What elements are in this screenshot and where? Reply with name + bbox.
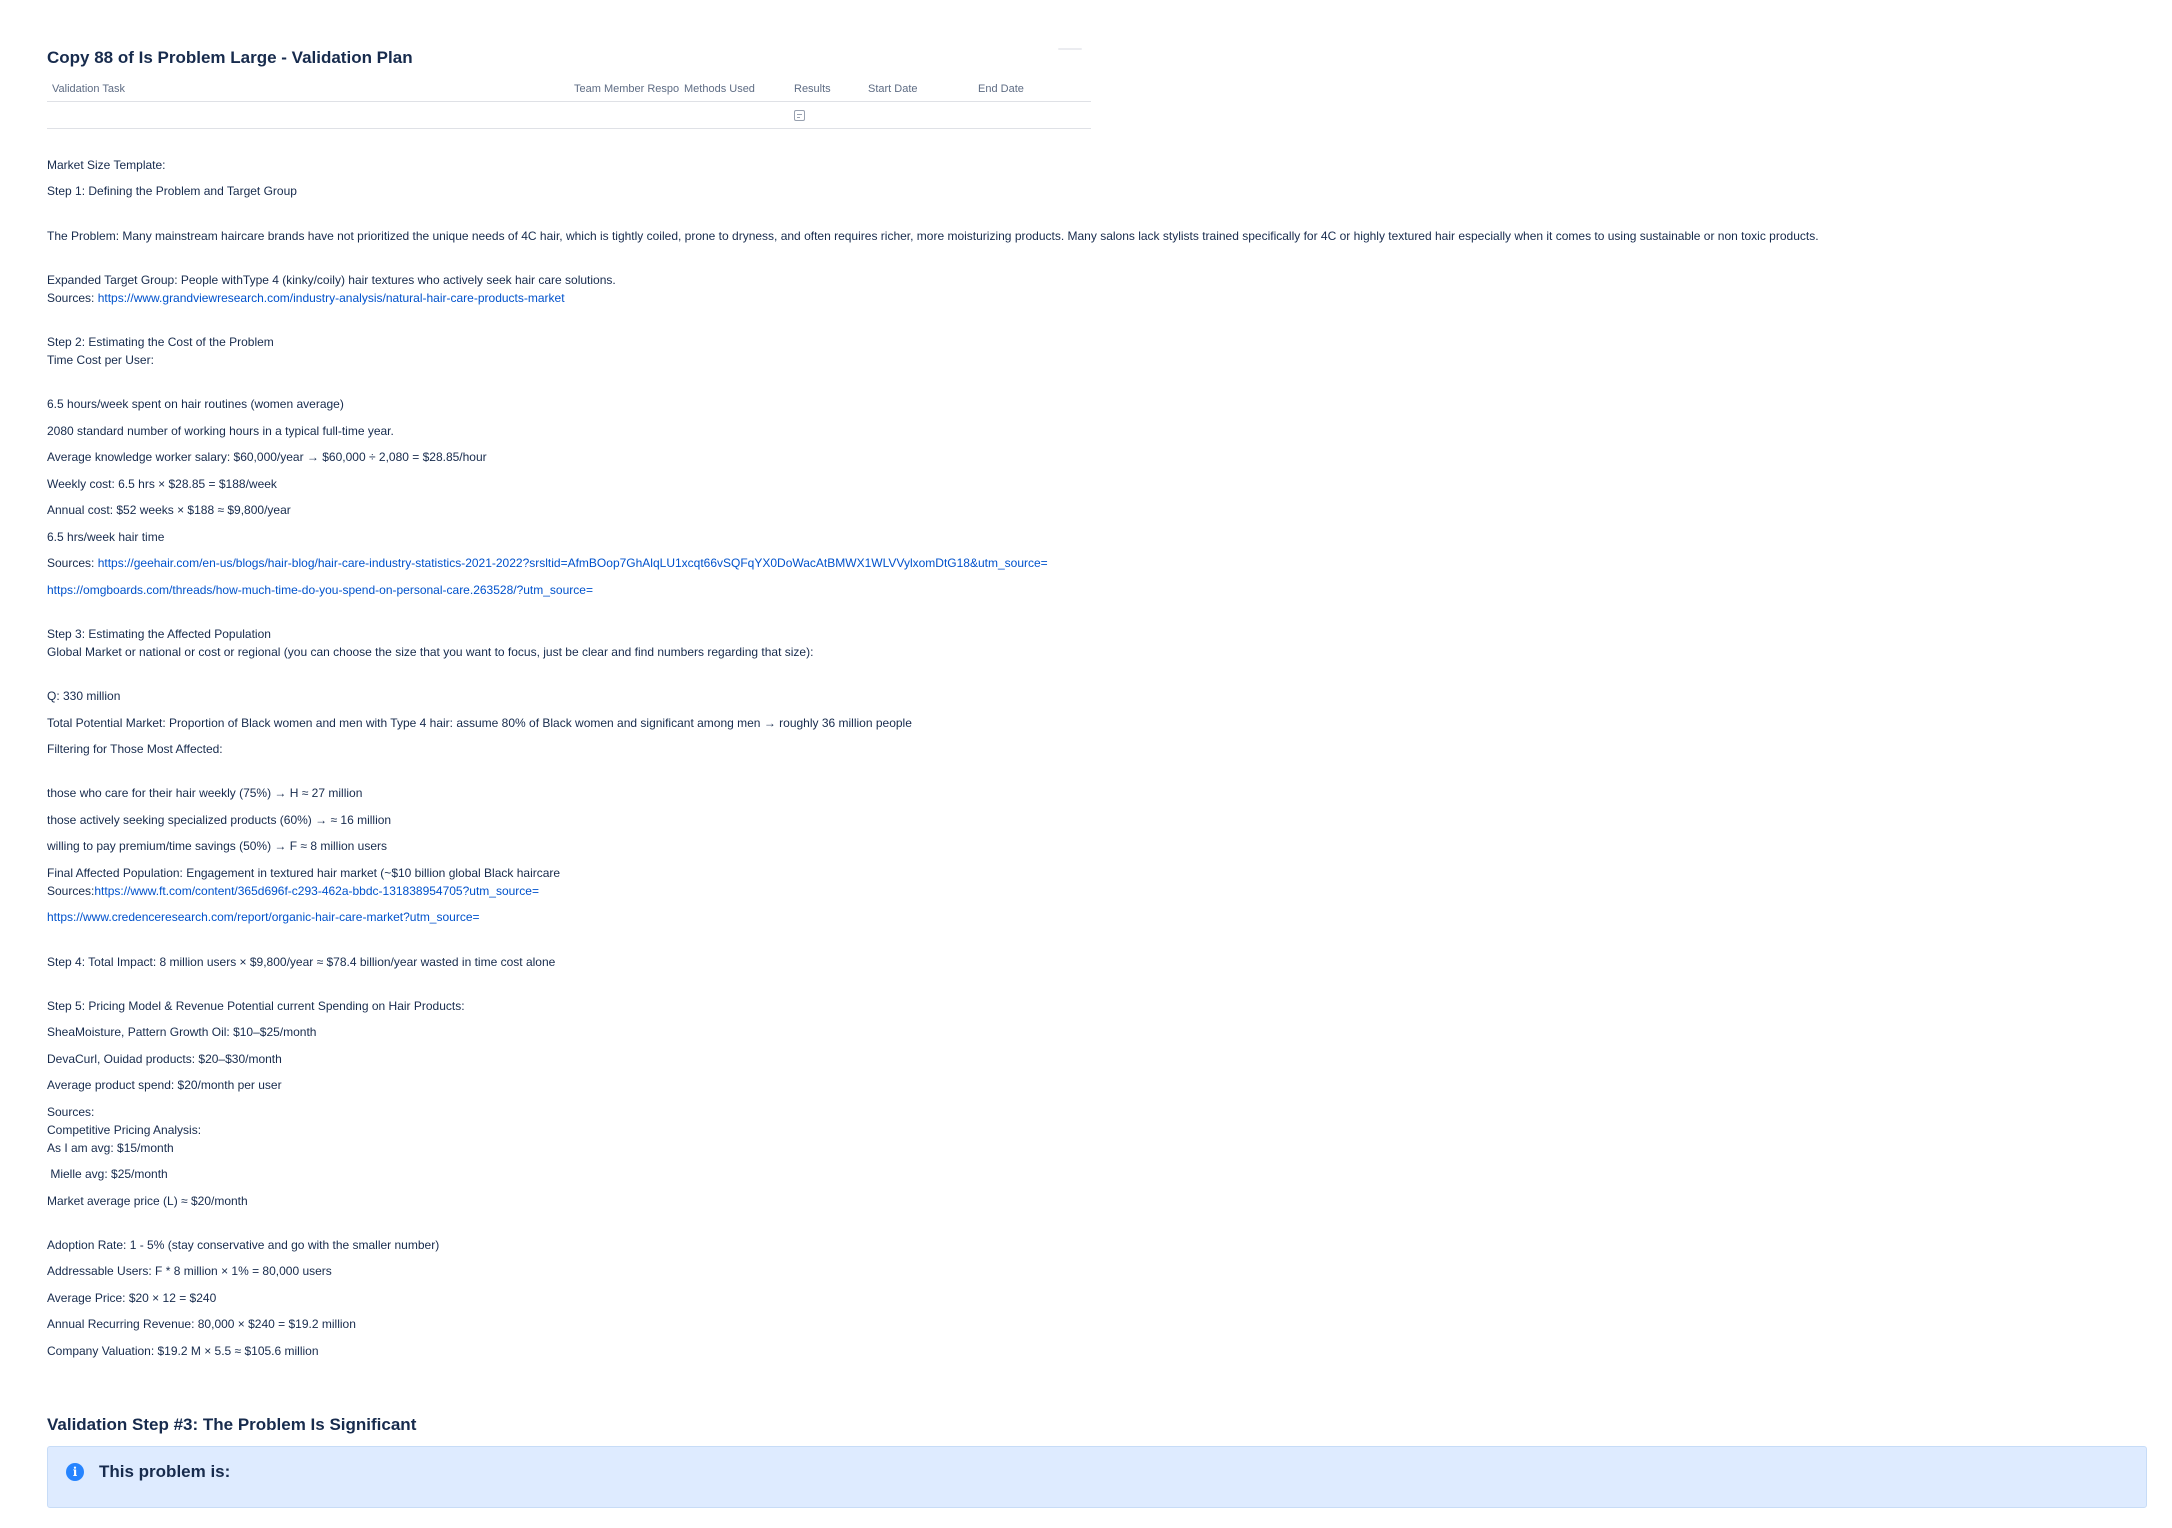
column-header-methods-used[interactable]: Methods Used <box>679 83 789 95</box>
average-product-spend: Average product spend: $20/month per use… <box>47 1078 282 1092</box>
annual-cost: Annual cost: $52 weeks × $188 ≈ $9,800/y… <box>47 503 291 517</box>
table-row <box>47 102 1091 129</box>
sources-label: Sources: <box>47 291 98 305</box>
column-header-team-member[interactable]: Team Member Respo <box>569 83 679 95</box>
cell-team-member[interactable] <box>569 102 679 128</box>
final-affected-population: Final Affected Population: Engagement in… <box>47 866 561 880</box>
cell-end-date[interactable] <box>973 102 1091 128</box>
sources-line-2b: https://omgboards.com/threads/how-much-t… <box>47 581 593 599</box>
info-panel: i This problem is: <box>47 1446 2147 1508</box>
header-divider-mark <box>1058 48 1082 50</box>
validation-plan-table[interactable]: Validation Task Team Member Respo Method… <box>47 76 1091 129</box>
time-cost-label: Time Cost per User: <box>47 353 154 367</box>
info-icon: i <box>66 1463 84 1481</box>
step4-total-impact: Step 4: Total Impact: 8 million users × … <box>47 955 556 969</box>
sources-line-3b: https://www.credenceresearch.com/report/… <box>47 908 480 926</box>
step2-title: Step 2: Estimating the Cost of the Probl… <box>47 335 274 349</box>
sources-line-3: Sources:https://www.ft.com/content/365d6… <box>47 882 539 900</box>
market-average-price: Market average price (L) ≈ $20/month <box>47 1194 248 1208</box>
hair-time: 6.5 hrs/week hair time <box>47 530 165 544</box>
step5-title: Step 5: Pricing Model & Revenue Potentia… <box>47 999 465 1013</box>
working-hours: 2080 standard number of working hours in… <box>47 424 394 438</box>
plan-title: Copy 88 of Is Problem Large - Validation… <box>47 48 413 67</box>
sources-line-1: Sources: https://www.grandviewresearch.c… <box>47 289 565 307</box>
step1-title: Step 1: Defining the Problem and Target … <box>47 184 297 198</box>
company-valuation: Company Valuation: $19.2 M × 5.5 ≈ $105.… <box>47 1344 319 1358</box>
sources-line-2: Sources: https://geehair.com/en-us/blogs… <box>47 554 1048 572</box>
source-link-credenceresearch[interactable]: https://www.credenceresearch.com/report/… <box>47 910 480 924</box>
source-link-ft[interactable]: https://www.ft.com/content/365d696f-c293… <box>94 884 539 898</box>
global-market: Global Market or national or cost or reg… <box>47 645 814 659</box>
sheamoisture-pricing: SheaMoisture, Pattern Growth Oil: $10–$2… <box>47 1025 317 1039</box>
validation-step-heading: Validation Step #3: The Problem Is Signi… <box>47 1415 417 1434</box>
competitive-pricing-label: Competitive Pricing Analysis: <box>47 1123 202 1137</box>
column-header-results[interactable]: Results <box>789 83 863 95</box>
addressable-users: Addressable Users: F * 8 million × 1% = … <box>47 1264 332 1278</box>
target-group: Expanded Target Group: People withType 4… <box>47 273 616 287</box>
adoption-rate: Adoption Rate: 1 - 5% (stay conservative… <box>47 1238 440 1252</box>
annual-recurring-revenue: Annual Recurring Revenue: 80,000 × $240 … <box>47 1317 356 1331</box>
cell-start-date[interactable] <box>863 102 973 128</box>
hours-per-week: 6.5 hours/week spent on hair routines (w… <box>47 397 344 411</box>
average-salary: Average knowledge worker salary: $60,000… <box>47 450 487 464</box>
document-icon[interactable] <box>794 109 805 121</box>
column-header-start-date[interactable]: Start Date <box>863 83 973 95</box>
mielle-pricing: Mielle avg: $25/month <box>47 1167 168 1181</box>
problem-statement: The Problem: Many mainstream haircare br… <box>47 229 1819 243</box>
care-weekly: those who care for their hair weekly (75… <box>47 786 363 800</box>
cell-methods-used[interactable] <box>679 102 789 128</box>
devacurl-pricing: DevaCurl, Ouidad products: $20–$30/month <box>47 1052 282 1066</box>
willing-to-pay: willing to pay premium/time savings (50%… <box>47 839 388 853</box>
cell-validation-task[interactable] <box>47 102 569 128</box>
sources-label-4: Sources: <box>47 1105 95 1119</box>
actively-seeking: those actively seeking specialized produ… <box>47 813 392 827</box>
source-link-geehair[interactable]: https://geehair.com/en-us/blogs/hair-blo… <box>98 556 1048 570</box>
as-i-am-pricing: As I am avg: $15/month <box>47 1141 174 1155</box>
weekly-cost: Weekly cost: 6.5 hrs × $28.85 = $188/wee… <box>47 477 277 491</box>
column-header-end-date[interactable]: End Date <box>973 83 1091 95</box>
step3-title: Step 3: Estimating the Affected Populati… <box>47 627 271 641</box>
sources-label: Sources: <box>47 556 98 570</box>
average-price: Average Price: $20 × 12 = $240 <box>47 1291 217 1305</box>
market-size-template-label: Market Size Template: <box>47 158 166 172</box>
column-header-validation-task[interactable]: Validation Task <box>47 83 569 95</box>
table-header-row: Validation Task Team Member Respo Method… <box>47 76 1091 102</box>
q-value: Q: 330 million <box>47 689 121 703</box>
total-potential-market: Total Potential Market: Proportion of Bl… <box>47 716 912 730</box>
source-link-grandviewresearch[interactable]: https://www.grandviewresearch.com/indust… <box>98 291 565 305</box>
source-link-omgboards[interactable]: https://omgboards.com/threads/how-much-t… <box>47 583 593 597</box>
filtering-label: Filtering for Those Most Affected: <box>47 742 223 756</box>
sources-label: Sources: <box>47 884 95 898</box>
cell-results[interactable] <box>789 102 863 128</box>
info-panel-text: This problem is: <box>99 1462 231 1481</box>
